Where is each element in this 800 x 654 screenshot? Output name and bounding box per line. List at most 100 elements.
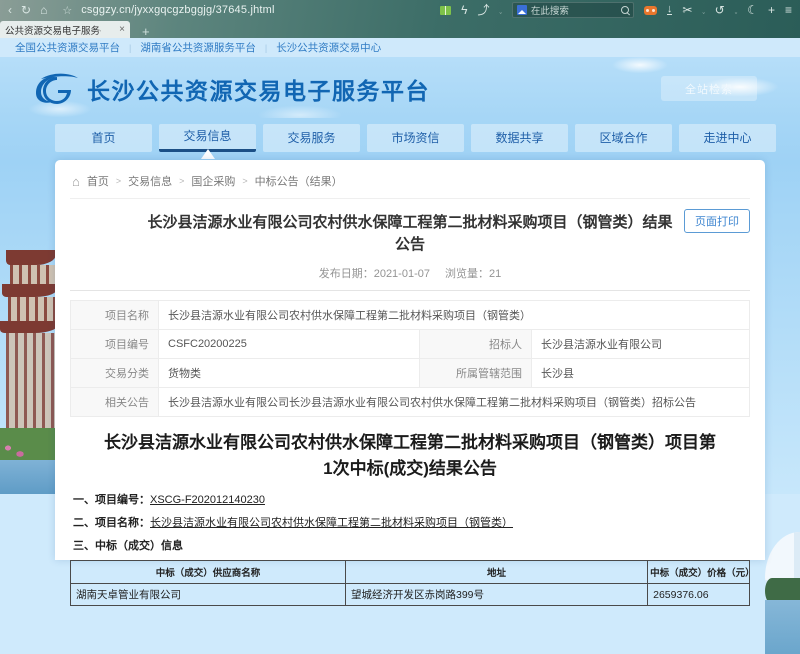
toolbar-right: ϟ ⤴ ˬ 在此搜索 ↓ ✂ ˬ ↺ ˬ ☾ + ≡: [440, 2, 792, 18]
table-row: 项目编号 CSFC20200225 招标人 长沙县洁源水业有限公司: [71, 329, 750, 358]
category-label: 交易分类: [71, 358, 159, 387]
jurisdiction-value: 长沙县: [531, 358, 749, 387]
breadcrumb-separator: >: [116, 176, 121, 186]
lightning-icon[interactable]: ϟ: [461, 4, 467, 16]
game-center-icon[interactable]: [644, 6, 657, 15]
supplier-header: 中标（成交）供应商名称: [71, 561, 346, 584]
screenshot-scissors-icon[interactable]: ✂: [682, 4, 692, 16]
toolbar-plus-icon[interactable]: +: [768, 4, 775, 16]
download-icon[interactable]: ↓: [667, 5, 673, 15]
pavilion-photo-decoration: [0, 250, 58, 494]
site-search-label: 全站检索: [685, 81, 733, 97]
table-row: 相关公告 长沙县洁源水业有限公司长沙县洁源水业有限公司农村供水保障工程第二批材料…: [71, 387, 750, 416]
reading-mode-icon[interactable]: [440, 6, 451, 15]
page-title: 长沙县洁源水业有限公司农村供水保障工程第二批材料采购项目（钢管类）结果公告: [70, 212, 750, 256]
print-page-button[interactable]: 页面打印: [684, 209, 750, 233]
jurisdiction-label: 所属管辖范围: [419, 358, 531, 387]
nav-item-home[interactable]: 首页: [55, 124, 152, 152]
share-icon[interactable]: ⤴: [478, 4, 490, 16]
award-result-table: 中标（成交）供应商名称 地址 中标（成交）价格（元） 湖南天卓管业有限公司 望城…: [70, 560, 750, 606]
nav-item-market-credit[interactable]: 市场资信: [367, 124, 464, 152]
site-logo-row[interactable]: 长沙公共资源交易电子服务平台: [33, 71, 430, 107]
table-header-row: 中标（成交）供应商名称 地址 中标（成交）价格（元）: [71, 561, 750, 584]
breadcrumb-award-notice[interactable]: 中标公告（结果）: [255, 173, 343, 189]
table-row: 湖南天卓管业有限公司 望城经济开发区赤岗路399号 2659376.06: [71, 584, 750, 606]
menu-icon[interactable]: ≡: [785, 4, 792, 16]
image-search-icon[interactable]: [517, 5, 527, 15]
project-name-label: 项目名称: [71, 300, 159, 329]
search-icon[interactable]: [621, 6, 629, 14]
project-name-value: 长沙县洁源水业有限公司农村供水保障工程第二批材料采购项目（钢管类）: [159, 300, 750, 329]
related-notice-value[interactable]: 长沙县洁源水业有限公司长沙县洁源水业有限公司农村供水保障工程第二批材料采购项目（…: [159, 387, 750, 416]
publish-date: 发布日期：2021-01-07: [319, 268, 430, 280]
art-center-photo-decoration: [765, 320, 800, 654]
project-no-label: 项目编号: [71, 329, 159, 358]
clause-label: 二、项目名称：: [73, 517, 150, 529]
address-bar: ‹ ↻ ⌂ ☆ csggzy.cn/jyxxgqcgzbggjg/37645.j…: [0, 0, 800, 20]
breadcrumb-separator: >: [242, 176, 247, 186]
history-chevron-icon[interactable]: ˬ: [735, 7, 737, 14]
address-value: 望城经济开发区赤岗路399号: [345, 584, 647, 606]
history-restore-icon[interactable]: ↺: [715, 4, 725, 16]
new-tab-icon[interactable]: +: [142, 25, 150, 38]
link-city-center[interactable]: 长沙公共资源交易中心: [276, 40, 381, 55]
divider: |: [265, 43, 267, 53]
related-notice-label: 相关公告: [71, 387, 159, 416]
nav-item-about-center[interactable]: 走进中心: [679, 124, 776, 152]
night-mode-icon[interactable]: ☾: [747, 4, 758, 16]
site-title: 长沙公共资源交易电子服务平台: [87, 72, 430, 106]
breadcrumb-home[interactable]: 首页: [87, 173, 109, 189]
address-header: 地址: [345, 561, 647, 584]
clause-project-name: 二、项目名称：长沙县洁源水业有限公司农村供水保障工程第二批材料采购项目（钢管类）: [73, 514, 750, 530]
toolbar-search-placeholder: 在此搜索: [531, 3, 569, 17]
table-row: 交易分类 货物类 所属管辖范围 长沙县: [71, 358, 750, 387]
article-meta: 发布日期：2021-01-07 浏览量：21: [70, 265, 750, 291]
site-search-box[interactable]: 全站检索: [661, 76, 757, 101]
scissors-chevron-icon[interactable]: ˬ: [702, 7, 704, 14]
clause-value: XSCG-F202012140230: [150, 494, 265, 506]
nav-item-trading-info[interactable]: 交易信息: [159, 124, 256, 152]
category-value: 货物类: [159, 358, 420, 387]
back-icon[interactable]: ‹: [8, 4, 12, 16]
tab-bar: 公共资源交易电子服务平台 × +: [0, 20, 800, 38]
clause-award-info: 三、中标（成交）信息: [73, 537, 750, 553]
breadcrumb-trading-info[interactable]: 交易信息: [128, 173, 172, 189]
tab-title: 公共资源交易电子服务平台: [5, 23, 101, 37]
reload-icon[interactable]: ↻: [21, 4, 31, 16]
site-header: 长沙公共资源交易电子服务平台 全站检索: [0, 57, 800, 118]
browser-chrome: ‹ ↻ ⌂ ☆ csggzy.cn/jyxxgqcgzbggjg/37645.j…: [0, 0, 800, 38]
toolbar-search-input[interactable]: 在此搜索: [512, 2, 634, 18]
tab-close-icon[interactable]: ×: [119, 24, 125, 35]
price-header: 中标（成交）价格（元）: [648, 561, 750, 584]
bookmark-star-icon[interactable]: ☆: [62, 4, 72, 17]
project-info-table: 项目名称 长沙县洁源水业有限公司农村供水保障工程第二批材料采购项目（钢管类） 项…: [70, 300, 750, 417]
supplier-value: 湖南天卓管业有限公司: [71, 584, 346, 606]
site-logo-icon: [33, 71, 79, 107]
table-row: 项目名称 长沙县洁源水业有限公司农村供水保障工程第二批材料采购项目（钢管类）: [71, 300, 750, 329]
nav-item-regional-cooperation[interactable]: 区域合作: [575, 124, 672, 152]
project-no-value: CSFC20200225: [159, 329, 420, 358]
nav-item-trading-services[interactable]: 交易服务: [263, 124, 360, 152]
clause-value: 长沙县洁源水业有限公司农村供水保障工程第二批材料采购项目（钢管类）: [150, 517, 513, 529]
breadcrumb-soe-procurement[interactable]: 国企采购: [191, 173, 235, 189]
notice-heading: 长沙县洁源水业有限公司农村供水保障工程第二批材料采购项目（钢管类）项目第1次中标…: [104, 430, 716, 483]
link-national-platform[interactable]: 全国公共资源交易平台: [15, 40, 120, 55]
browser-tab[interactable]: 公共资源交易电子服务平台 ×: [0, 21, 130, 38]
price-value: 2659376.06: [648, 584, 750, 606]
view-count: 浏览量：21: [445, 268, 501, 280]
nav-item-data-sharing[interactable]: 数据共享: [471, 124, 568, 152]
main-nav: 首页 交易信息 交易服务 市场资信 数据共享 区域合作 走进中心: [0, 118, 800, 160]
tenderee-label: 招标人: [419, 329, 531, 358]
breadcrumb: ⌂ 首页 > 交易信息 > 国企采购 > 中标公告（结果）: [70, 170, 750, 199]
breadcrumb-separator: >: [179, 176, 184, 186]
divider: |: [129, 43, 131, 53]
quicklinks-bar: 全国公共资源交易平台 | 湖南省公共资源服务平台 | 长沙公共资源交易中心: [0, 38, 800, 57]
clause-label: 三、中标（成交）信息: [73, 540, 183, 552]
home-icon[interactable]: ⌂: [40, 4, 47, 16]
breadcrumb-home-icon[interactable]: ⌂: [72, 175, 80, 188]
url-text[interactable]: csggzy.cn/jyxxgqcgzbggjg/37645.jhtml: [81, 4, 275, 16]
tenderee-value: 长沙县洁源水业有限公司: [531, 329, 749, 358]
share-chevron-icon[interactable]: ˬ: [500, 7, 502, 14]
clause-label: 一、项目编号：: [73, 494, 150, 506]
link-province-platform[interactable]: 湖南省公共资源服务平台: [140, 40, 256, 55]
